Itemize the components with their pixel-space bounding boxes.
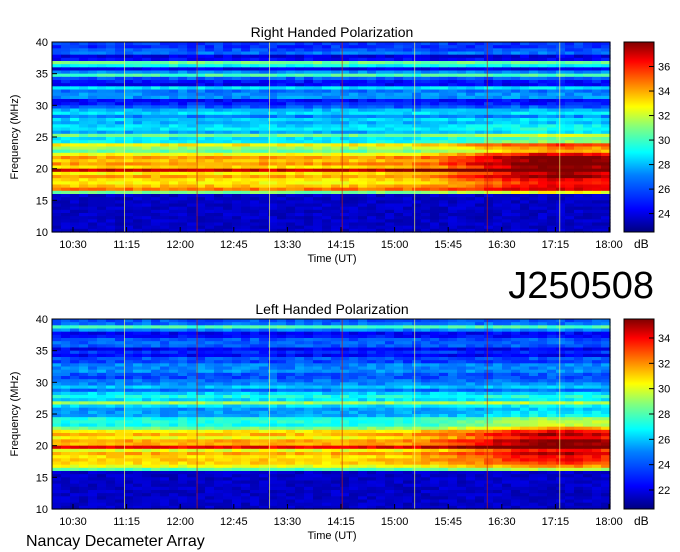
panel-right-handed: Right Handed Polarization 10 15 20 25 30 35 40… — [9, 24, 670, 265]
y-tick-label: 30 — [36, 100, 48, 112]
x-tick-label: 12:45 — [220, 239, 248, 251]
y-tick-label: 40 — [36, 37, 48, 49]
x-tick-label: 16:30 — [488, 239, 516, 251]
page-title: J250508 — [508, 265, 654, 307]
y-tick-label: 35 — [36, 69, 48, 81]
panel-2-title: Left Handed Polarization — [255, 301, 408, 317]
y-tick-label: 25 — [36, 132, 48, 144]
colorbar-tick-label: 28 — [658, 160, 670, 172]
x-tick-label: 15:00 — [381, 239, 409, 251]
x-tick-label: 12:00 — [166, 239, 194, 251]
colorbar-tick-label: 36 — [658, 62, 670, 74]
colorbar-tick-label: 32 — [658, 111, 670, 123]
x-tick-label: 13:30 — [274, 239, 302, 251]
x-tick-label: 10:30 — [59, 239, 87, 251]
y-tick-label: 10 — [36, 227, 48, 239]
colorbar-tick-label: 30 — [658, 135, 670, 147]
colorbar-tick-label: 24 — [658, 209, 670, 221]
colorbar-1 — [623, 41, 655, 233]
colorbar-tick-label: 34 — [658, 86, 670, 98]
colorbar-1-unit: dB — [634, 237, 649, 251]
panel-1-title: Right Handed Polarization — [251, 24, 414, 40]
x-tick-label: 17:15 — [542, 239, 570, 251]
y-tick-label: 20 — [36, 164, 48, 176]
spectrogram-right — [52, 42, 611, 233]
panel-left-handed: Left Handed Polarization 10152025303540 … — [9, 301, 670, 542]
x-tick-label: 11:15 — [113, 239, 140, 251]
x-tick-label: 18:00 — [595, 239, 623, 251]
y-axis-label-1: Frequency (MHz) — [9, 95, 21, 180]
x-axis-label-1: Time (UT) — [307, 253, 356, 265]
colorbar-tick-label: 26 — [658, 184, 670, 196]
x-tick-label: 15:45 — [434, 239, 462, 251]
spectrogram-left — [52, 319, 611, 510]
spectrogram-figure: Right Handed Polarization 10 15 20 25 30 35 40… — [9, 24, 670, 550]
x-tick-label: 14:15 — [327, 239, 355, 251]
y-tick-label: 15 — [36, 195, 48, 207]
